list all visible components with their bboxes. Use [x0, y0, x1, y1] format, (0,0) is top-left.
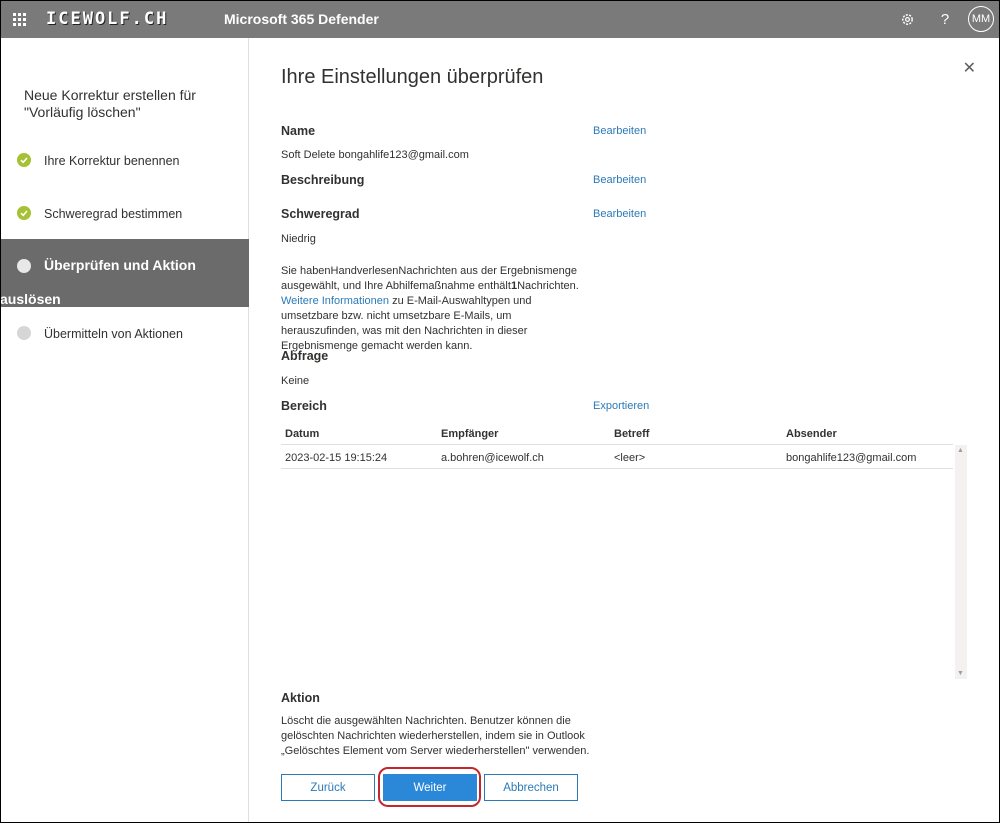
- scope-heading: Bereich: [281, 399, 327, 413]
- avatar[interactable]: MM: [968, 6, 994, 32]
- table-cell: bongahlife123@gmail.com: [786, 452, 917, 464]
- back-button[interactable]: Zurück: [281, 774, 375, 801]
- wizard-step-severity[interactable]: Schweregrad bestimmen: [0, 202, 249, 226]
- severity-value: Niedrig: [281, 233, 316, 245]
- app-title[interactable]: Microsoft 365 Defender: [224, 11, 379, 27]
- edit-description-link[interactable]: Bearbeiten: [593, 174, 646, 186]
- page-title: Ihre Einstellungen überprüfen: [281, 66, 544, 88]
- column-header[interactable]: Absender: [786, 428, 837, 440]
- action-heading: Aktion: [281, 691, 320, 705]
- top-bar: ICEWOLF.CH Microsoft 365 Defender ? MM: [0, 0, 1000, 38]
- query-heading: Abfrage: [281, 349, 329, 363]
- table-cell: <leer>: [614, 452, 646, 464]
- scroll-up-icon[interactable]: ▲: [957, 447, 964, 454]
- column-header[interactable]: Datum: [285, 428, 319, 440]
- export-link[interactable]: Exportieren: [593, 400, 649, 412]
- check-icon: [17, 153, 31, 167]
- wizard-step-label-continued: auslösen: [0, 291, 61, 307]
- wizard-step-label: Schweregrad bestimmen: [44, 207, 183, 221]
- wizard-step-label: Übermitteln von Aktionen: [44, 327, 183, 341]
- wizard-step-label: Überprüfen und Aktion: [44, 257, 196, 273]
- table-scrollbar[interactable]: ▲ ▼: [955, 445, 967, 679]
- more-info-link[interactable]: Weitere Informationen: [281, 295, 389, 307]
- edit-severity-link[interactable]: Bearbeiten: [593, 208, 646, 220]
- action-description: Löscht die ausgewählten Nachrichten. Ben…: [281, 715, 590, 757]
- edit-name-link[interactable]: Bearbeiten: [593, 125, 646, 137]
- query-value: Keine: [281, 375, 310, 387]
- scroll-down-icon[interactable]: ▼: [957, 670, 964, 677]
- pending-step-icon: [17, 326, 31, 340]
- wizard-step-label: Ihre Korrektur benennen: [44, 154, 180, 168]
- severity-heading: Schweregrad: [281, 207, 360, 221]
- selection-info-text: Sie habenHandverlesenNachrichten aus der…: [281, 265, 579, 352]
- cancel-button[interactable]: Abbrechen: [484, 774, 578, 801]
- review-panel: ✕ Ihre Einstellungen überprüfen Name Bea…: [250, 38, 1000, 823]
- name-heading: Name: [281, 124, 316, 138]
- waffle-icon[interactable]: [0, 0, 38, 38]
- column-header[interactable]: Empfänger: [441, 428, 498, 440]
- next-button[interactable]: Weiter: [383, 774, 477, 801]
- description-heading: Beschreibung: [281, 173, 365, 187]
- name-value: Soft Delete bongahlife123@gmail.com: [281, 149, 469, 161]
- close-icon[interactable]: ✕: [963, 58, 976, 78]
- wizard-step-submit[interactable]: Übermitteln von Aktionen: [0, 322, 249, 346]
- wizard-step-name[interactable]: Ihre Korrektur benennen: [0, 149, 249, 173]
- wizard-title: Neue Korrektur erstellen für "Vorläufig …: [24, 87, 196, 120]
- results-table: Datum Empfänger Betreff Absender 2023-02…: [281, 419, 967, 679]
- table-cell: a.bohren@icewolf.ch: [441, 452, 544, 464]
- column-header[interactable]: Betreff: [614, 428, 649, 440]
- check-icon: [17, 206, 31, 220]
- help-icon[interactable]: ?: [926, 0, 964, 38]
- table-cell: 2023-02-15 19:15:24: [285, 452, 388, 464]
- gear-icon[interactable]: [888, 0, 926, 38]
- table-header: Datum Empfänger Betreff Absender: [281, 419, 953, 445]
- brand-logo[interactable]: ICEWOLF.CH: [46, 9, 211, 29]
- wizard-sidebar: Neue Korrektur erstellen für "Vorläufig …: [0, 38, 249, 823]
- current-step-icon: [17, 259, 31, 273]
- table-row[interactable]: 2023-02-15 19:15:24 a.bohren@icewolf.ch …: [281, 445, 953, 469]
